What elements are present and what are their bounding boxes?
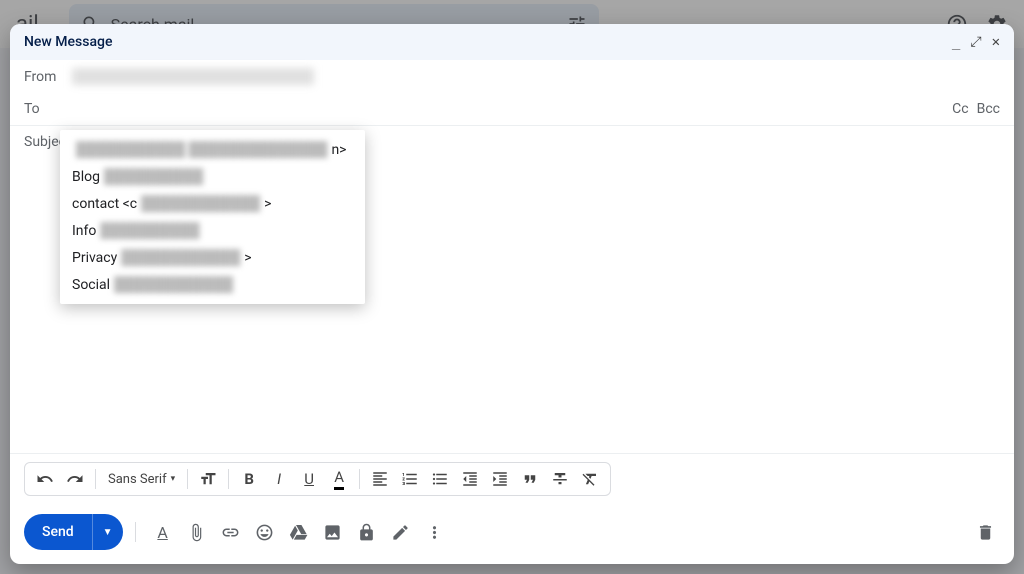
more-options-button[interactable] — [420, 517, 450, 547]
undo-button[interactable] — [31, 465, 59, 493]
send-row: Send ▼ A — [10, 504, 1014, 564]
send-options-button[interactable]: ▼ — [92, 514, 123, 550]
to-row[interactable]: To Cc Bcc — [10, 93, 1014, 126]
from-value[interactable]: ████████ ████████████████ — [72, 68, 1000, 85]
insert-emoji-button[interactable] — [250, 517, 280, 547]
compose-window: New Message _ ⤢ ✕ From ████████ ████████… — [10, 24, 1014, 564]
confidential-mode-button[interactable] — [352, 517, 382, 547]
suggestion-item[interactable]: ███████████ ██████████████n> — [60, 136, 365, 163]
remove-format-button[interactable] — [576, 465, 604, 493]
italic-button[interactable]: I — [265, 465, 293, 493]
indent-less-button[interactable] — [456, 465, 484, 493]
close-button[interactable]: ✕ — [992, 34, 1000, 50]
font-size-button[interactable] — [194, 465, 222, 493]
send-button-group: Send ▼ — [24, 514, 123, 550]
font-selector[interactable]: Sans Serif — [102, 465, 181, 493]
send-button[interactable]: Send — [24, 514, 92, 550]
compose-title: New Message — [24, 34, 112, 50]
discard-draft-button[interactable] — [970, 517, 1000, 547]
from-row: From ████████ ████████████████ — [10, 60, 1014, 93]
suggestion-item[interactable]: Blog ██████████ — [60, 163, 365, 190]
insert-photo-button[interactable] — [318, 517, 348, 547]
from-label: From — [24, 69, 72, 85]
suggestion-item[interactable]: Privacy ████████████> — [60, 244, 365, 271]
insert-drive-button[interactable] — [284, 517, 314, 547]
numbered-list-button[interactable] — [396, 465, 424, 493]
underline-button[interactable]: U — [295, 465, 323, 493]
suggestion-item[interactable]: contact <c████████████> — [60, 190, 365, 217]
compose-header: New Message _ ⤢ ✕ — [10, 24, 1014, 60]
minimize-button[interactable]: _ — [952, 34, 960, 50]
format-toolbar-row: Sans Serif B I U A — [10, 453, 1014, 504]
bulleted-list-button[interactable] — [426, 465, 454, 493]
indent-more-button[interactable] — [486, 465, 514, 493]
text-color-button[interactable]: A — [325, 465, 353, 493]
insert-link-button[interactable] — [216, 517, 246, 547]
suggestion-item[interactable]: Social ████████████ — [60, 271, 365, 298]
cc-button[interactable]: Cc — [952, 101, 968, 117]
from-suggestion-dropdown: ███████████ ██████████████n> Blog ██████… — [60, 130, 365, 304]
formatting-options-button[interactable]: A — [148, 517, 178, 547]
strikethrough-button[interactable] — [546, 465, 574, 493]
expand-button[interactable]: ⤢ — [970, 34, 981, 50]
format-toolbar: Sans Serif B I U A — [24, 462, 611, 496]
suggestion-item[interactable]: Info ██████████ — [60, 217, 365, 244]
redo-button[interactable] — [61, 465, 89, 493]
to-label: To — [24, 101, 72, 117]
align-button[interactable] — [366, 465, 394, 493]
attach-file-button[interactable] — [182, 517, 212, 547]
quote-button[interactable] — [516, 465, 544, 493]
insert-signature-button[interactable] — [386, 517, 416, 547]
bold-button[interactable]: B — [235, 465, 263, 493]
bcc-button[interactable]: Bcc — [977, 101, 1000, 117]
